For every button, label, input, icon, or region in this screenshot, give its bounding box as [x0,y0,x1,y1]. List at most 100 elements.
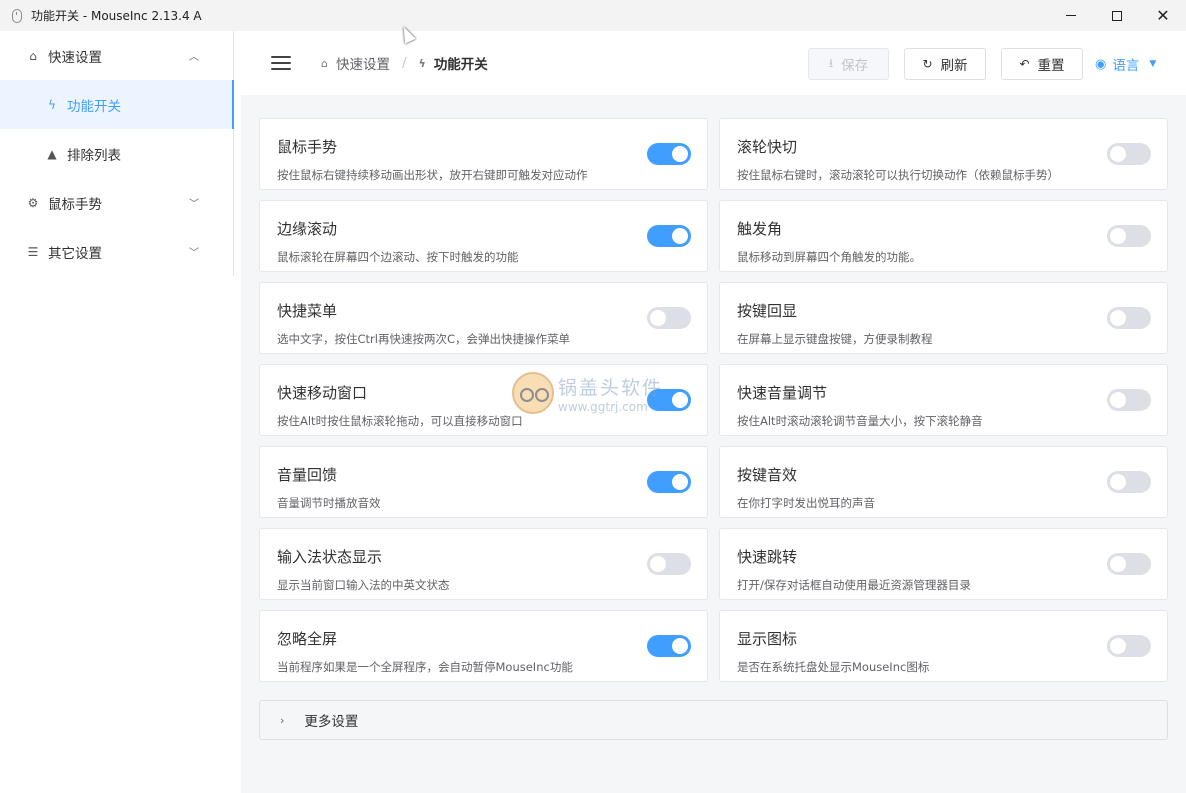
maximize-icon [1112,10,1122,21]
sidebar-item-label: 排除列表 [67,147,121,164]
feature-toggle-switch[interactable] [1107,553,1151,575]
feature-card: 显示图标 是否在系统托盘处显示MouseInc图标 [719,610,1168,682]
feature-description: 鼠标移动到屏幕四个角触发的功能。 [737,250,921,264]
feature-description: 选中文字，按住Ctrl再快速按两次C，会弹出快捷操作菜单 [277,332,570,346]
feature-title: 输入法状态显示 [277,548,383,566]
breadcrumb-label: 快速设置 [335,57,390,73]
feature-title: 鼠标手势 [277,138,338,156]
feature-title: 快速跳转 [737,548,798,566]
sidebar-item-feature-switch[interactable]: ϟ 功能开关 [0,80,234,129]
download-icon: ⭳ [828,55,834,70]
language-label: 语言 [1112,58,1140,74]
feature-grid: 鼠标手势 按住鼠标右键持续移动画出形状，放开右键即可触发对应动作 滚轮快切 按住鼠标右… [259,118,1168,682]
feature-toggle-switch[interactable] [1107,389,1151,411]
title-bar: 功能开关 - MouseInc 2.13.4 A ✕ [0,0,1186,31]
feature-title: 显示图标 [737,630,798,648]
feature-title: 按键音效 [737,466,798,484]
feature-card: 音量回馈音量调节时播放音效 [259,446,708,518]
minimize-icon [1066,15,1076,16]
feature-toggle-switch[interactable] [647,635,691,657]
sidebar-item-label: 快速设置 [48,49,102,66]
undo-icon: ↶ [1019,57,1030,71]
sidebar-item-exclude-list[interactable]: ▲ 排除列表 [0,129,233,178]
sidebar-item-mouse-gesture[interactable]: ⚙ 鼠标手势 ﹀ [0,178,233,227]
language-icon: ◉ [1095,56,1107,72]
sidebar-item-quick-settings[interactable]: ⌂ 快速设置 ︿ [0,31,233,80]
refresh-icon: ↻ [922,57,933,71]
feature-description: 音量调节时播放音效 [277,496,381,510]
feature-card: 鼠标手势 按住鼠标右键持续移动画出形状，放开右键即可触发对应动作 [259,118,708,190]
sidebar: ⌂ 快速设置 ︿ ϟ 功能开关 ▲ 排除列表 ⚙ 鼠标手势 ﹀ ☰ 其它设置 ﹀ [0,31,234,276]
menu-toggle-icon[interactable] [271,56,291,70]
feature-title: 滚轮快切 [737,138,798,156]
lightning-icon: ϟ [48,97,56,112]
more-settings-collapse[interactable]: › 更多设置 [259,700,1168,740]
feature-card: 忽略全屏 当前程序如果是一个全屏程序，会自动暂停MouseInc功能 [259,610,708,682]
feature-toggle-switch[interactable] [647,553,691,575]
feature-card: 快速音量调节按住Alt时滚动滚轮调节音量大小，按下滚轮静音 [719,364,1168,436]
reset-button[interactable]: ↶ 重置 [1001,48,1083,80]
feature-toggle-switch[interactable] [1107,307,1151,329]
home-icon: ⌂ [29,48,37,63]
gear-icon: ⚙ [27,195,39,210]
sidebar-item-label: 功能开关 [67,98,121,115]
feature-toggle-switch[interactable] [647,307,691,329]
feature-card: 输入法状态显示显示当前窗口输入法的中英文状态 [259,528,708,600]
feature-description: 鼠标滚轮在屏幕四个边滚动、按下时触发的功能 [277,250,519,264]
feature-toggle-switch[interactable] [1107,635,1151,657]
chevron-up-icon: ︿ [189,52,199,63]
feature-toggle-switch[interactable] [647,471,691,493]
feature-description: 按住鼠标右键时，滚动滚轮可以执行切换动作（依赖鼠标手势） [737,168,1059,182]
feature-title: 快速音量调节 [737,384,828,402]
feature-description: 在屏幕上显示键盘按键，方便录制教程 [737,332,933,346]
sidebar-item-other-settings[interactable]: ☰ 其它设置 ﹀ [0,227,233,276]
window-title: 功能开关 - MouseInc 2.13.4 A [31,9,202,23]
home-icon: ⌂ [321,56,328,70]
feature-toggle-switch[interactable] [647,225,691,247]
feature-description: 显示当前窗口输入法的中英文状态 [277,578,450,592]
feature-toggle-switch[interactable] [1107,471,1151,493]
feature-toggle-switch[interactable] [647,143,691,165]
more-settings-label: 更多设置 [304,714,359,730]
sidebar-item-label: 其它设置 [48,245,102,262]
minimize-button[interactable] [1048,0,1094,31]
main-content: 鼠标手势 按住鼠标右键持续移动画出形状，放开右键即可触发对应动作 滚轮快切 按住鼠标右… [241,95,1186,793]
sidebar-item-label: 鼠标手势 [48,196,102,213]
save-button[interactable]: ⭳ 保存 [808,48,889,80]
chevron-down-icon: ﹀ [189,199,199,210]
refresh-button[interactable]: ↻ 刷新 [904,48,986,80]
chevron-down-icon: ﹀ [189,248,199,259]
feature-card: 快捷菜单选中文字，按住Ctrl再快速按两次C，会弹出快捷操作菜单 [259,282,708,354]
feature-card: 边缘滚动 鼠标滚轮在屏幕四个边滚动、按下时触发的功能 [259,200,708,272]
language-dropdown[interactable]: ◉ 语言 ▼ [1095,48,1156,80]
breadcrumb-item-feature-switch: ϟ 功能开关 [418,53,488,74]
feature-toggle-switch[interactable] [1107,225,1151,247]
close-button[interactable]: ✕ [1140,0,1186,31]
lightning-icon: ϟ [418,56,426,70]
warning-icon: ▲ [47,146,57,161]
feature-description: 按住Alt时滚动滚轮调节音量大小，按下滚轮静音 [737,414,983,428]
feature-title: 快捷菜单 [277,302,338,320]
feature-title: 触发角 [737,220,783,238]
feature-card: 滚轮快切按住鼠标右键时，滚动滚轮可以执行切换动作（依赖鼠标手势） [719,118,1168,190]
feature-card: 快速跳转打开/保存对话框自动使用最近资源管理器目录 [719,528,1168,600]
mouse-app-icon [12,8,22,23]
window-controls: ✕ [1048,0,1186,31]
feature-toggle-switch[interactable] [1107,143,1151,165]
close-icon: ✕ [1156,6,1170,25]
breadcrumb-item-quick-settings[interactable]: ⌂ 快速设置 [321,53,390,74]
refresh-label: 刷新 [940,58,968,74]
feature-card: 按键音效 在你打字时发出悦耳的声音 [719,446,1168,518]
feature-description: 当前程序如果是一个全屏程序，会自动暂停MouseInc功能 [277,660,573,674]
feature-description: 打开/保存对话框自动使用最近资源管理器目录 [737,578,971,592]
breadcrumb: ⌂ 快速设置 / ϟ 功能开关 [321,53,488,73]
breadcrumb-label: 功能开关 [433,57,488,73]
feature-card: 快速移动窗口 按住Alt时按住鼠标滚轮拖动，可以直接移动窗口 [259,364,708,436]
feature-description: 按住Alt时按住鼠标滚轮拖动，可以直接移动窗口 [277,414,523,428]
header: ⌂ 快速设置 / ϟ 功能开关 ⭳ 保存 ↻ 刷新 ↶ 重置 ◉ 语言 ▼ [241,31,1186,95]
chevron-right-icon: › [280,713,285,727]
feature-title: 音量回馈 [277,466,338,484]
maximize-button[interactable] [1094,0,1140,31]
feature-toggle-switch[interactable] [647,389,691,411]
caret-down-icon: ▼ [1149,59,1157,69]
